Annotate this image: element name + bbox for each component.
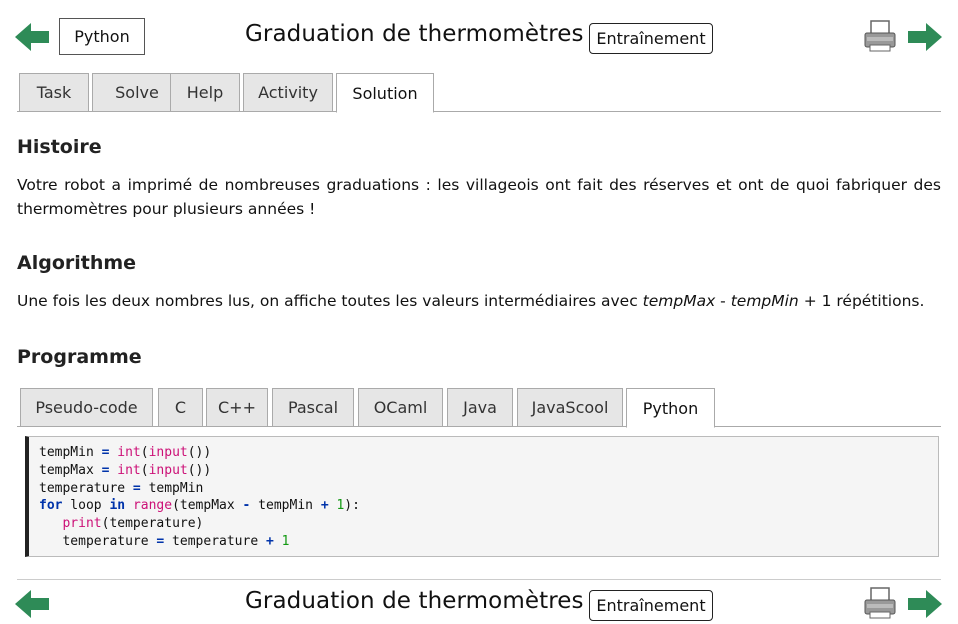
page-title: Graduation de thermomètres (245, 21, 584, 47)
code-line: temperature = tempMin (39, 480, 938, 498)
algo-minus: - (715, 292, 731, 310)
tab-help[interactable]: Help (170, 73, 240, 112)
code-line: temperature = temperature + 1 (39, 533, 938, 551)
code-token: loop (62, 498, 110, 514)
code-token: tempMin (140, 480, 204, 496)
code-token: in (109, 498, 126, 514)
arrow-right-icon[interactable] (908, 23, 942, 51)
code-token: for (39, 498, 63, 514)
algorithme-text: Une fois les deux nombres lus, on affich… (17, 289, 941, 313)
printer-icon[interactable] (863, 19, 897, 53)
code-tab-javascool[interactable]: JavaScool (517, 388, 623, 427)
code-token: temperature (62, 533, 157, 549)
var-tempmax: tempMax (642, 292, 716, 310)
main-tabs: Task Solve Help Activity Solution (17, 73, 941, 113)
code-tab-pascal[interactable]: Pascal (272, 388, 354, 427)
bottom-header: Graduation de thermomètres Entraînement (0, 580, 958, 624)
code-tab-ocaml[interactable]: OCaml (358, 388, 443, 427)
code-token: 1 (281, 533, 290, 549)
code-token: ()) (187, 462, 212, 478)
tab-solve[interactable]: Solve (92, 73, 182, 112)
code-token: range (132, 498, 173, 514)
code-line: tempMax = int(input()) (39, 462, 938, 480)
code-block: tempMin = int(input()) tempMax = int(inp… (25, 436, 939, 557)
page-title-bottom: Graduation de thermomètres (245, 588, 584, 614)
algorithme-heading: Algorithme (17, 252, 137, 274)
programme-heading: Programme (17, 346, 142, 368)
code-tab-cpp[interactable]: C++ (206, 388, 268, 427)
code-tab-pseudo-code[interactable]: Pseudo-code (20, 388, 153, 427)
code-token: ()) (187, 445, 212, 460)
language-button[interactable]: Python (59, 18, 145, 55)
code-token: tempMax (39, 462, 102, 478)
code-token: (temperature) (101, 516, 204, 532)
code-token: ( (140, 445, 149, 460)
arrow-right-icon[interactable] (908, 590, 942, 618)
histoire-text: Votre robot a imprimé de nombreuses grad… (17, 176, 941, 218)
top-header: Python Graduation de thermomètres Entraî… (0, 13, 958, 63)
code-tab-python[interactable]: Python (626, 388, 715, 428)
printer-icon[interactable] (863, 586, 897, 620)
code-token: int (117, 445, 141, 460)
code-language-tabs: Pseudo-code C C++ Pascal OCaml Java Java… (17, 388, 941, 428)
tab-task[interactable]: Task (19, 73, 89, 112)
training-button[interactable]: Entraînement (589, 23, 713, 54)
code-tab-c[interactable]: C (158, 388, 203, 427)
code-token: + (320, 498, 329, 514)
code-token: + (265, 533, 274, 549)
arrow-left-icon[interactable] (15, 23, 49, 51)
algo-text-after: + 1 répétitions. (798, 292, 925, 310)
code-token: int (117, 462, 141, 478)
code-token: (tempMax (172, 498, 243, 514)
code-token: input (148, 445, 188, 460)
code-token: ): (344, 498, 360, 514)
code-token: ( (140, 462, 149, 478)
code-line: for loop in range(tempMax - tempMin + 1)… (39, 497, 938, 515)
code-line: tempMin = int(input()) (39, 444, 938, 462)
code-token: tempMin (39, 445, 102, 460)
code-token: tempMin (250, 498, 321, 514)
code-token: print (62, 516, 102, 532)
training-button-bottom[interactable]: Entraînement (589, 590, 713, 621)
arrow-left-icon[interactable] (15, 590, 49, 618)
code-token: temperature (164, 533, 266, 549)
code-tab-java[interactable]: Java (447, 388, 513, 427)
algo-text-before: Une fois les deux nombres lus, on affich… (17, 292, 643, 310)
var-tempmin: tempMin (730, 292, 799, 310)
code-token: = (132, 480, 141, 496)
code-token: temperature (39, 480, 133, 496)
histoire-heading: Histoire (17, 136, 102, 158)
tab-activity[interactable]: Activity (243, 73, 333, 112)
code-line: print(temperature) (39, 515, 938, 533)
tab-solution[interactable]: Solution (336, 73, 434, 113)
code-token: input (148, 462, 188, 478)
